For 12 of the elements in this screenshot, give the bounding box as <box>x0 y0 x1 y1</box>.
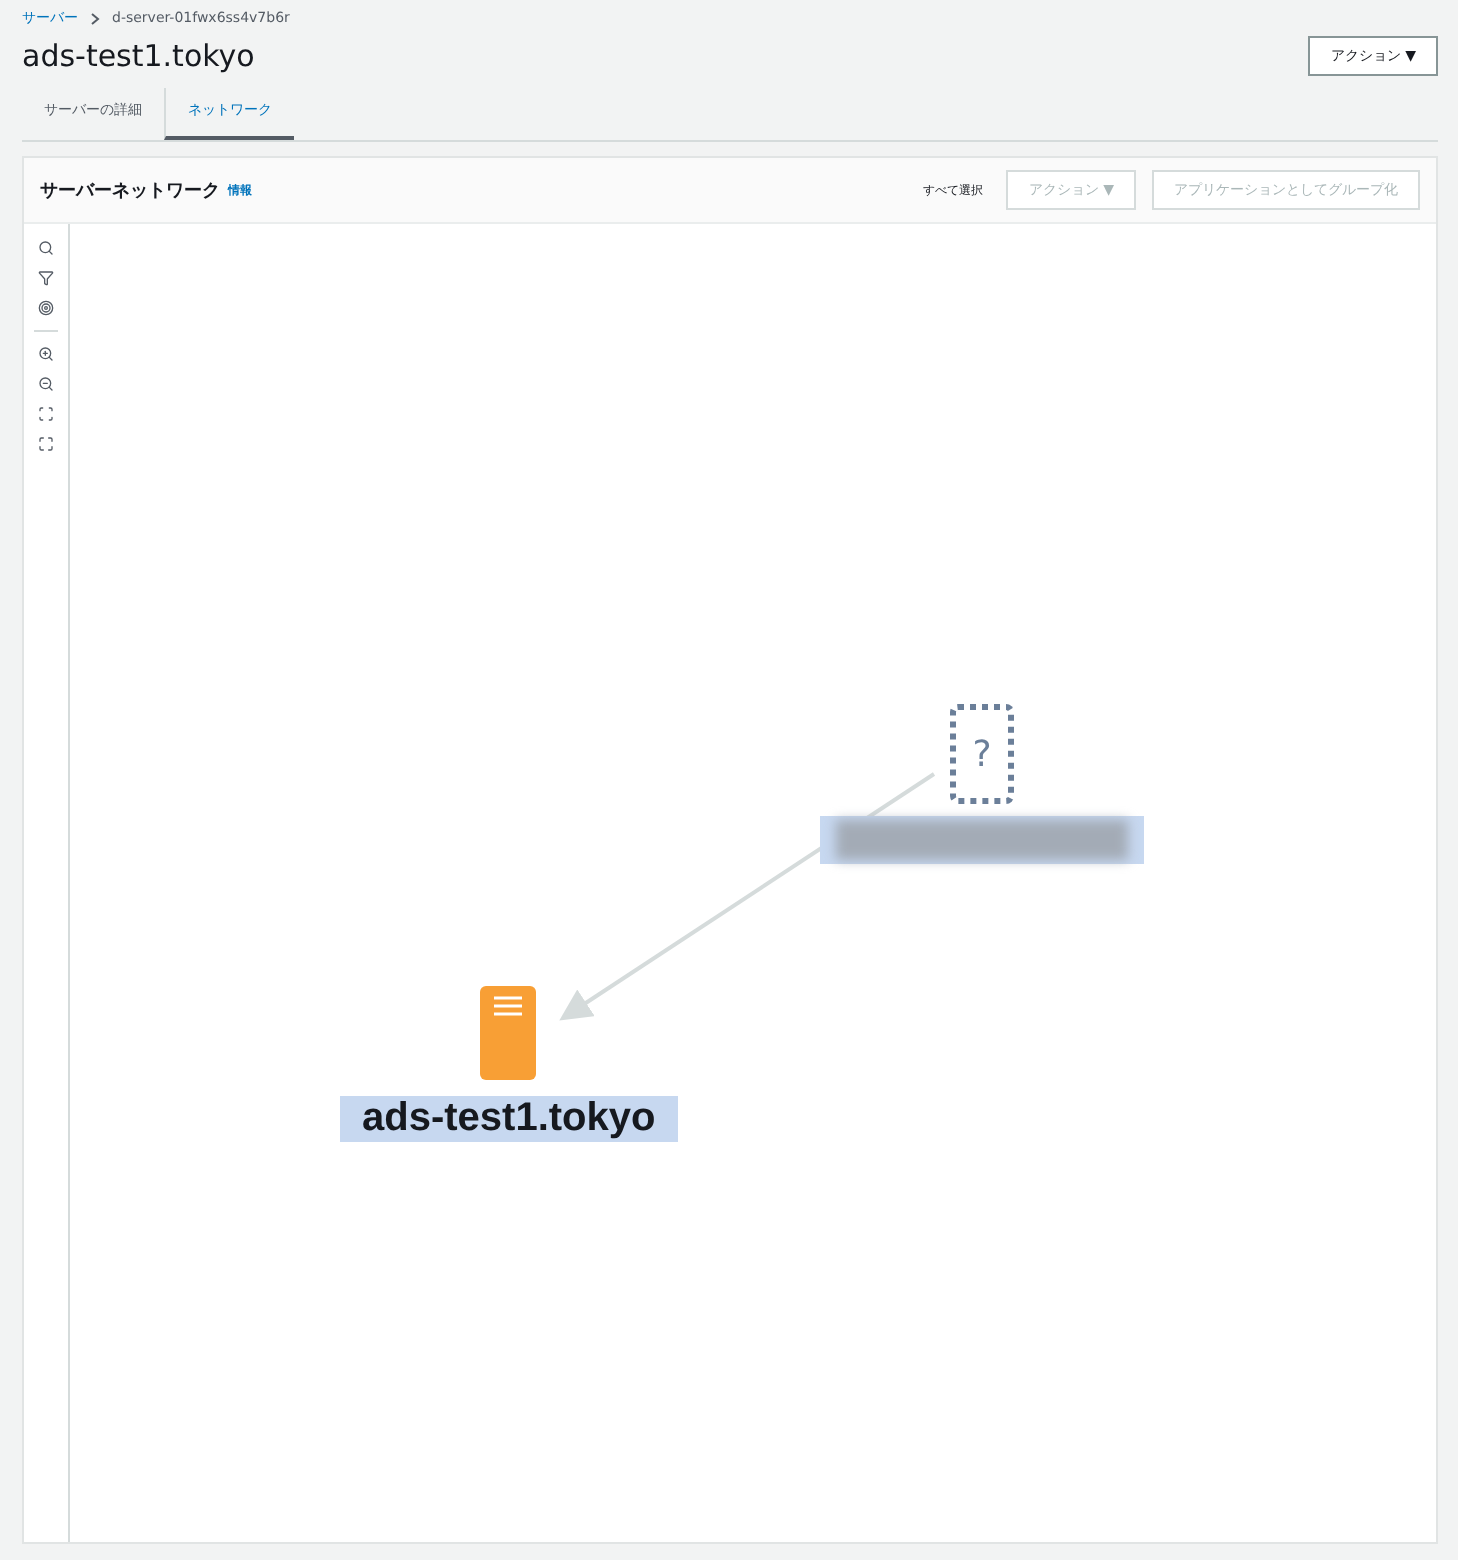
search-icon[interactable] <box>38 240 54 256</box>
panel-title: サーバーネットワーク <box>40 179 220 203</box>
page-title: ads-test1.tokyo <box>22 38 255 74</box>
target-icon[interactable] <box>38 300 54 316</box>
filter-icon[interactable] <box>38 270 54 286</box>
zoom-in-icon[interactable] <box>38 346 54 362</box>
chevron-icon <box>90 11 100 25</box>
node-label: ads-test1.tokyo <box>340 1096 678 1142</box>
fit-icon[interactable] <box>38 406 54 422</box>
unknown-node[interactable]: ? <box>950 704 1014 804</box>
zoom-out-icon[interactable] <box>38 376 54 392</box>
expand-icon[interactable] <box>38 436 54 452</box>
